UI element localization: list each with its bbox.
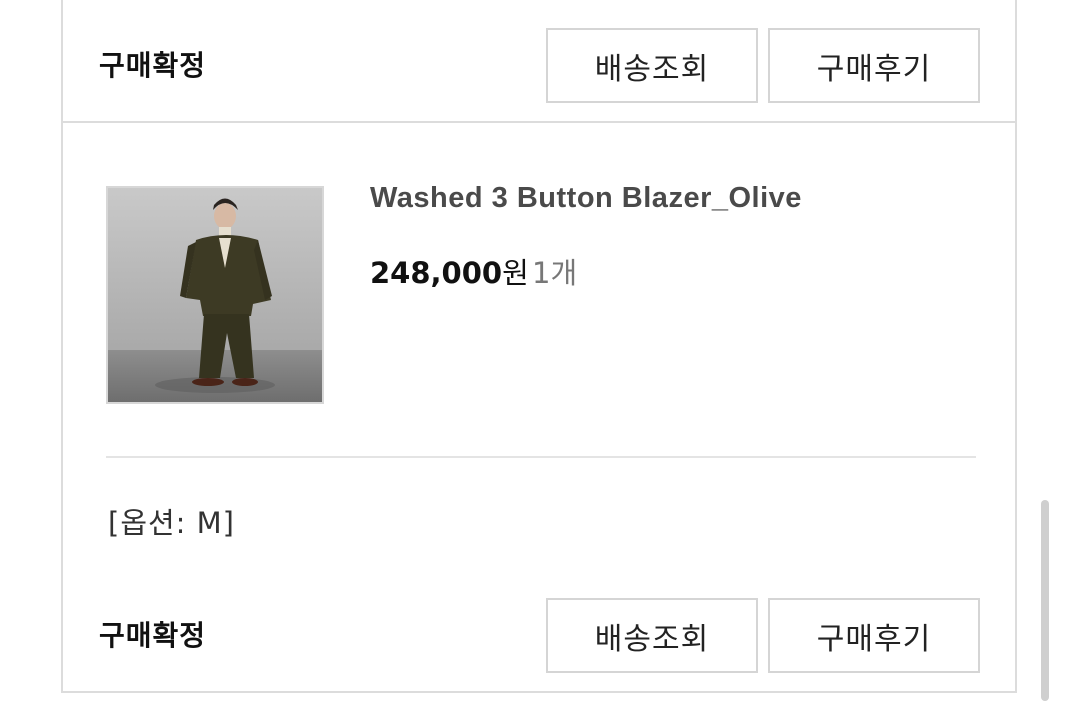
order-card: 구매확정 배송조회 구매후기 Washed 3 Button Blazer_Ol… bbox=[61, 0, 1017, 693]
write-review-button[interactable]: 구매후기 bbox=[768, 598, 980, 673]
product-option: [옵션: M] bbox=[108, 506, 235, 540]
product-thumbnail[interactable] bbox=[106, 186, 324, 404]
track-delivery-button[interactable]: 배송조회 bbox=[546, 598, 758, 673]
price-currency: 원 bbox=[502, 256, 529, 290]
product-name[interactable]: Washed 3 Button Blazer_Olive bbox=[370, 182, 802, 215]
product-image bbox=[108, 188, 322, 402]
product-price: 248,000원 bbox=[370, 250, 529, 292]
order-status: 구매확정 bbox=[99, 49, 207, 82]
order-status-row: 구매확정 배송조회 구매후기 bbox=[63, 0, 1015, 123]
track-delivery-button[interactable]: 배송조회 bbox=[546, 28, 758, 103]
divider bbox=[106, 456, 976, 458]
scrollbar[interactable] bbox=[1041, 500, 1049, 701]
order-status: 구매확정 bbox=[99, 619, 207, 652]
product-quantity: 1개 bbox=[532, 256, 578, 290]
write-review-button[interactable]: 구매후기 bbox=[768, 28, 980, 103]
price-value: 248,000 bbox=[370, 256, 503, 290]
